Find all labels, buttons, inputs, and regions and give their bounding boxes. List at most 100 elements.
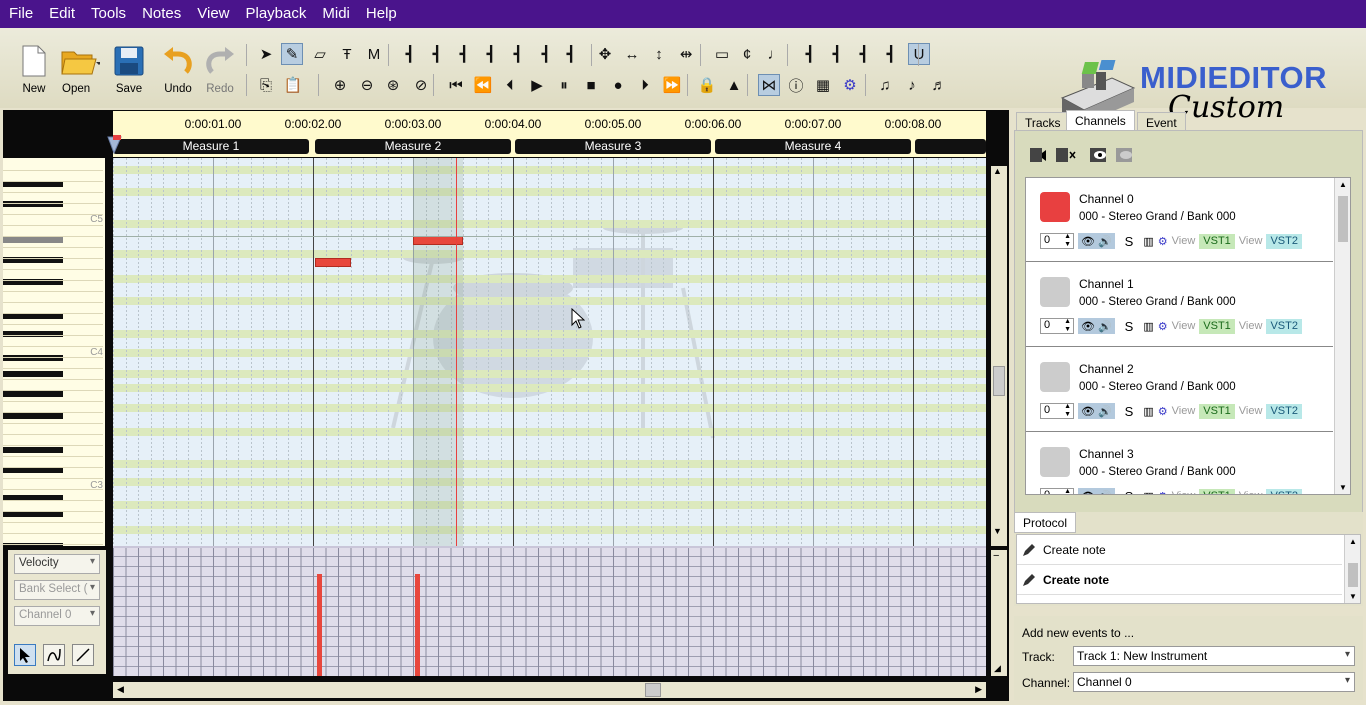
piano-keys-icon[interactable]: ▥	[1143, 320, 1153, 333]
midi-thru-icon[interactable]: ⋈	[758, 74, 780, 96]
zoom-out-icon[interactable]: ⊖	[356, 74, 378, 96]
velocity-mode-select[interactable]: Velocity ▾	[14, 554, 100, 574]
copy-icon[interactable]: ⎘	[255, 74, 277, 96]
track-select[interactable]: Track 1: New Instrument ▾	[1073, 646, 1355, 666]
channel-color-swatch[interactable]	[1040, 277, 1070, 307]
scroll-thumb[interactable]	[1338, 196, 1348, 242]
speaker-icon[interactable]: 🔊	[1098, 405, 1112, 418]
vst2-button[interactable]: VST2	[1266, 403, 1302, 419]
unmute-all-icon[interactable]	[1056, 148, 1076, 162]
step-forward-icon[interactable]: ⏵	[634, 74, 656, 96]
channel-value-spinbox[interactable]: 0▲▼	[1040, 403, 1074, 419]
channel-target-select[interactable]: Channel 0 ▾	[1073, 672, 1355, 692]
new-button[interactable]: New	[14, 44, 54, 100]
velocity-bar[interactable]	[317, 574, 322, 676]
drum-icon[interactable]: ♪	[901, 74, 923, 96]
skip-start-icon[interactable]: ⏮	[445, 74, 467, 96]
piano-icon[interactable]: ♫	[874, 74, 896, 96]
vst1-button[interactable]: VST1	[1199, 318, 1235, 334]
channel-instrument[interactable]: 000 - Stereo Grand / Bank 000	[1079, 296, 1236, 308]
vst2-button[interactable]: VST2	[1266, 488, 1302, 494]
step-back-icon[interactable]: ⏴	[499, 74, 521, 96]
play-icon[interactable]: ▶	[526, 74, 548, 96]
view-vst1-button[interactable]: View	[1172, 405, 1196, 417]
keyboard-icon[interactable]: ▦	[812, 74, 834, 96]
channel-settings-icon[interactable]: ⚙	[1158, 490, 1168, 495]
black-key[interactable]	[3, 237, 63, 243]
zoom-in-icon[interactable]: ⊕	[329, 74, 351, 96]
protocol-item[interactable]: Create note	[1017, 565, 1342, 595]
quantize-icon[interactable]: ▭	[711, 43, 733, 65]
channel-value-spinbox[interactable]: 0▲▼	[1040, 318, 1074, 334]
tab-event[interactable]: Event	[1137, 112, 1186, 131]
speaker-icon[interactable]: 🔊	[1098, 235, 1112, 248]
vst1-button[interactable]: VST1	[1199, 488, 1235, 494]
mute-all-icon[interactable]	[1030, 148, 1046, 162]
black-key[interactable]	[3, 201, 63, 207]
back-marker-icon[interactable]: ⏪	[472, 74, 494, 96]
select-single-icon[interactable]: ┫	[399, 43, 421, 65]
menu-view[interactable]: View	[189, 0, 237, 28]
select-right-icon[interactable]: ┫	[480, 43, 502, 65]
channel-settings-icon[interactable]: ⚙	[1158, 405, 1168, 418]
channel-color-swatch[interactable]	[1040, 362, 1070, 392]
scroll-thumb[interactable]	[993, 366, 1005, 396]
paste-icon[interactable]: 📋	[282, 74, 304, 96]
view-vst1-button[interactable]: View	[1172, 320, 1196, 332]
channel-instrument[interactable]: 000 - Stereo Grand / Bank 000	[1079, 381, 1236, 393]
midi-note[interactable]	[315, 258, 351, 267]
pause-icon[interactable]: ⏸	[553, 74, 575, 96]
drumkit-icon[interactable]: ♬	[928, 74, 950, 96]
measure-tool-icon[interactable]: M	[363, 43, 385, 65]
menu-file[interactable]: File	[0, 0, 41, 28]
visibility-eye-icon[interactable]: 👁	[1081, 320, 1095, 333]
show-all-icon[interactable]	[1090, 148, 1106, 162]
resize-grip-icon[interactable]: ◢	[994, 663, 1001, 674]
velocity-bar[interactable]	[415, 574, 420, 676]
settings-icon[interactable]: ⚙	[839, 74, 861, 96]
horizontal-scrollbar[interactable]: ◀ ▶	[113, 682, 986, 698]
visibility-eye-icon[interactable]: 👁	[1081, 235, 1095, 248]
glue-icon[interactable]: ┫	[880, 43, 902, 65]
pencil-tool-icon[interactable]: ✎	[281, 43, 303, 65]
view-vst2-button[interactable]: View	[1239, 235, 1263, 247]
menu-playback[interactable]: Playback	[238, 0, 315, 28]
protocol-item[interactable]: Create note	[1017, 535, 1342, 565]
select-tool-button[interactable]	[14, 644, 36, 666]
playhead-start-marker[interactable]	[107, 135, 123, 155]
zoom-out-icon[interactable]: −	[993, 550, 999, 562]
redo-button[interactable]: Redo	[200, 44, 240, 100]
visibility-eye-icon[interactable]: 👁	[1081, 490, 1095, 495]
select-left-icon[interactable]: ┫	[453, 43, 475, 65]
vst1-button[interactable]: VST1	[1199, 233, 1235, 249]
black-key[interactable]	[3, 391, 63, 397]
move-horizontal-icon[interactable]: ↔	[621, 43, 643, 65]
solo-button[interactable]: S	[1125, 234, 1134, 249]
piano-keys-icon[interactable]: ▥	[1143, 235, 1153, 248]
black-key[interactable]	[3, 355, 63, 361]
magnet-icon[interactable]: U	[908, 43, 930, 65]
select-delete-icon[interactable]: ┫	[507, 43, 529, 65]
select-box-icon[interactable]: ┫	[426, 43, 448, 65]
velocity-editor[interactable]	[113, 546, 986, 676]
piano-keys-icon[interactable]: ▥	[1143, 490, 1153, 495]
tab-tracks[interactable]: Tracks	[1016, 112, 1070, 131]
piano-keys-icon[interactable]: ▥	[1143, 405, 1153, 418]
record-icon[interactable]: ●	[607, 74, 629, 96]
vertical-scrollbar[interactable]: ▲ ▼	[991, 166, 1007, 546]
vst2-button[interactable]: VST2	[1266, 318, 1302, 334]
line-tool-button[interactable]	[72, 644, 94, 666]
channel-value-spinbox[interactable]: 0▲▼	[1040, 233, 1074, 249]
channel-list-scrollbar[interactable]: ▲ ▼	[1334, 178, 1350, 494]
channel-value-spinbox[interactable]: 0▲▼	[1040, 488, 1074, 494]
view-vst2-button[interactable]: View	[1239, 320, 1263, 332]
view-vst1-button[interactable]: View	[1172, 235, 1196, 247]
timeline-ruler[interactable]: 0:00:01.00 0:00:02.00 0:00:03.00 0:00:04.00…	[107, 111, 986, 157]
velocity-scrollbar[interactable]: − ◢	[991, 550, 1007, 676]
warning-icon[interactable]: ⓘ	[785, 74, 807, 96]
next-marker-icon[interactable]: ⏩	[661, 74, 683, 96]
menu-edit[interactable]: Edit	[41, 0, 83, 28]
black-key[interactable]	[3, 331, 63, 337]
zoom-reset-icon[interactable]: ⊘	[410, 74, 432, 96]
channel-settings-icon[interactable]: ⚙	[1158, 320, 1168, 333]
